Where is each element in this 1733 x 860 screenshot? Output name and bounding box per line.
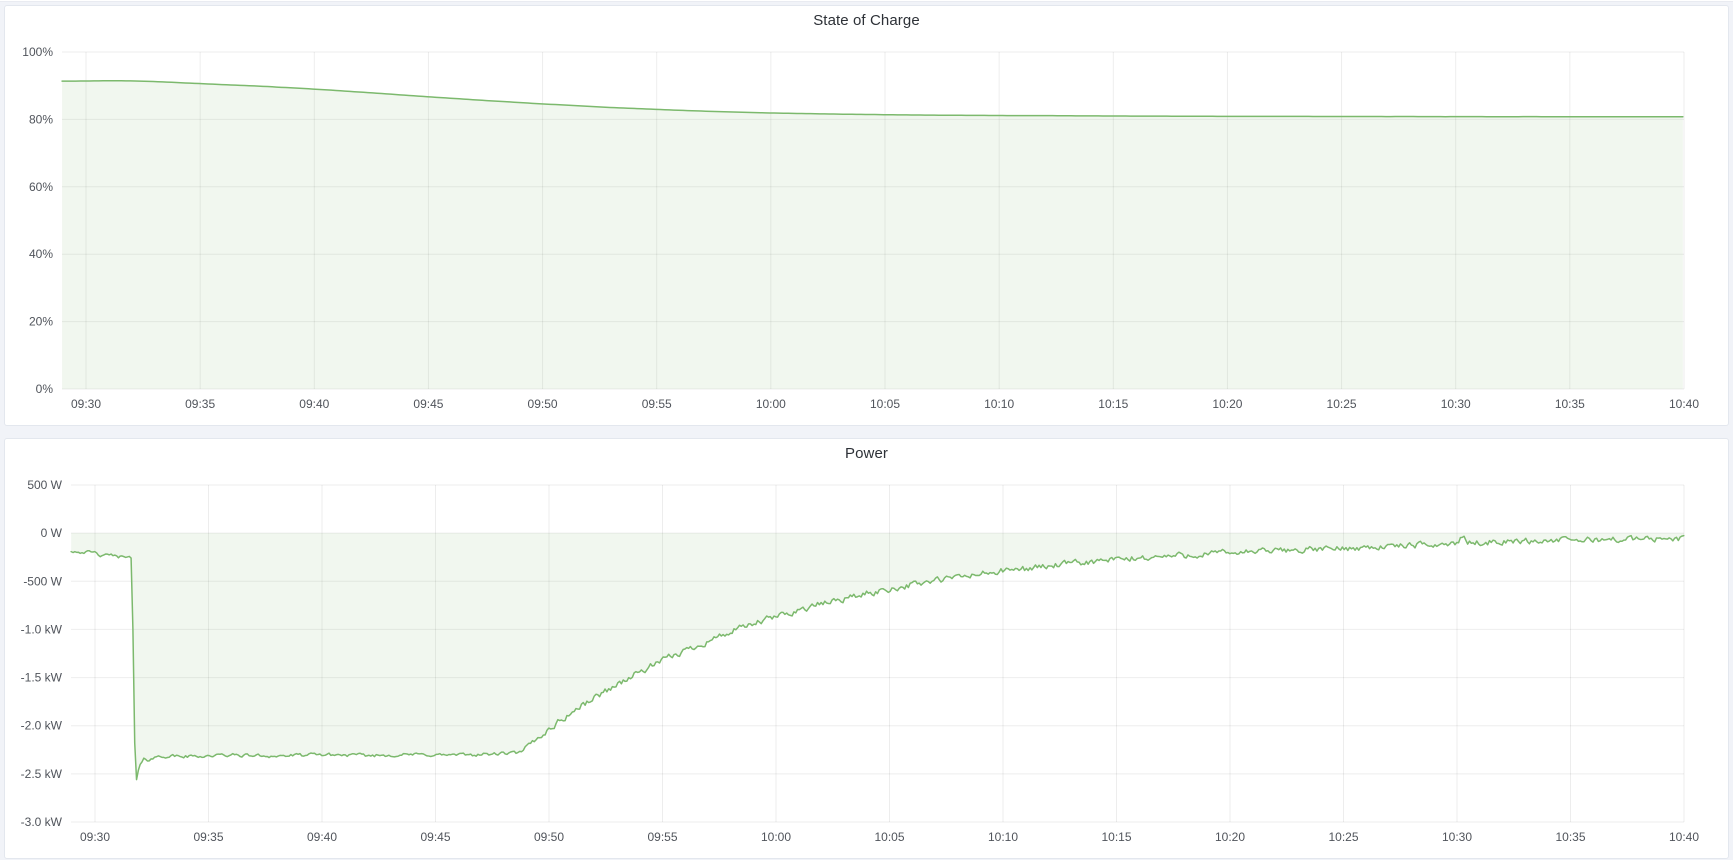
y-tick-label: -500 W [23, 574, 62, 588]
x-tick-label: 10:35 [1555, 830, 1585, 844]
x-tick-label: 09:50 [528, 397, 558, 411]
x-tick-label: 10:15 [1098, 397, 1128, 411]
y-tick-label: 0 W [41, 526, 63, 540]
x-tick-label: 09:40 [307, 830, 337, 844]
y-tick-label: 0% [36, 382, 54, 396]
y-tick-label: 500 W [27, 478, 62, 492]
x-tick-label: 10:10 [988, 830, 1018, 844]
area-fill [71, 533, 1684, 779]
y-tick-label: 40% [29, 247, 53, 261]
y-tick-label: -1.5 kW [21, 671, 63, 685]
x-tick-label: 09:45 [413, 397, 443, 411]
x-tick-label: 10:30 [1441, 397, 1471, 411]
y-tick-label: 20% [29, 315, 53, 329]
dashboard: State of Charge 100% 80% 60% 40% 20% 0% 09:30 0… [4, 5, 1729, 859]
x-tick-label: 10:20 [1215, 830, 1245, 844]
x-tick-label: 09:35 [193, 830, 223, 844]
series-area [71, 533, 1684, 779]
x-tick-label: 09:50 [534, 830, 564, 844]
panel-power: Power 500 W 0 W -500 W -1.0 kW -1.5 kW -2.0 k… [4, 438, 1729, 859]
panel-title-state-of-charge[interactable]: State of Charge [5, 12, 1728, 29]
x-tick-label: 10:20 [1212, 397, 1242, 411]
x-tick-label: 10:05 [874, 830, 904, 844]
x-tick-label: 10:40 [1669, 397, 1699, 411]
panel-title-power[interactable]: Power [5, 445, 1728, 462]
x-tick-label: 10:30 [1442, 830, 1472, 844]
power-chart-canvas[interactable]: 500 W 0 W -500 W -1.0 kW -1.5 kW -2.0 kW -2.5 … [5, 439, 1728, 858]
y-tick-label: -3.0 kW [21, 815, 63, 829]
x-tick-label: 09:40 [299, 397, 329, 411]
soc-chart[interactable]: 100% 80% 60% 40% 20% 0% 09:30 09:35 09:40 09:45 09… [5, 6, 1728, 425]
y-tick-label: -2.5 kW [21, 767, 63, 781]
x-tick-label: 10:35 [1555, 397, 1585, 411]
x-tick-label: 10:00 [756, 397, 786, 411]
area-fill [62, 81, 1683, 389]
x-tick-label: 10:15 [1101, 830, 1131, 844]
x-tick-label: 10:25 [1327, 397, 1357, 411]
y-tick-label: 100% [22, 45, 53, 59]
x-tick-label: 10:25 [1328, 830, 1358, 844]
y-tick-label: -2.0 kW [21, 719, 63, 733]
y-tick-label: 60% [29, 180, 53, 194]
series-area [62, 81, 1683, 389]
x-tick-label: 10:05 [870, 397, 900, 411]
cut-off-panel-above [0, 0, 1733, 2]
soc-chart-canvas[interactable]: 100% 80% 60% 40% 20% 0% 09:30 09:35 09:40 09:45 09… [5, 6, 1728, 425]
x-tick-label: 09:30 [80, 830, 110, 844]
x-tick-label: 09:35 [185, 397, 215, 411]
x-tick-label: 09:45 [420, 830, 450, 844]
x-tick-label: 09:55 [647, 830, 677, 844]
y-tick-label: 80% [29, 112, 53, 126]
x-tick-label: 10:00 [761, 830, 791, 844]
power-chart[interactable]: 500 W 0 W -500 W -1.0 kW -1.5 kW -2.0 kW -2.5 … [5, 439, 1728, 858]
x-tick-label: 10:40 [1669, 830, 1699, 844]
y-tick-label: -1.0 kW [21, 622, 63, 636]
x-tick-label: 09:55 [642, 397, 672, 411]
x-tick-label: 09:30 [71, 397, 101, 411]
panel-state-of-charge: State of Charge 100% 80% 60% 40% 20% 0% 09:30 0… [4, 5, 1729, 426]
x-tick-label: 10:10 [984, 397, 1014, 411]
